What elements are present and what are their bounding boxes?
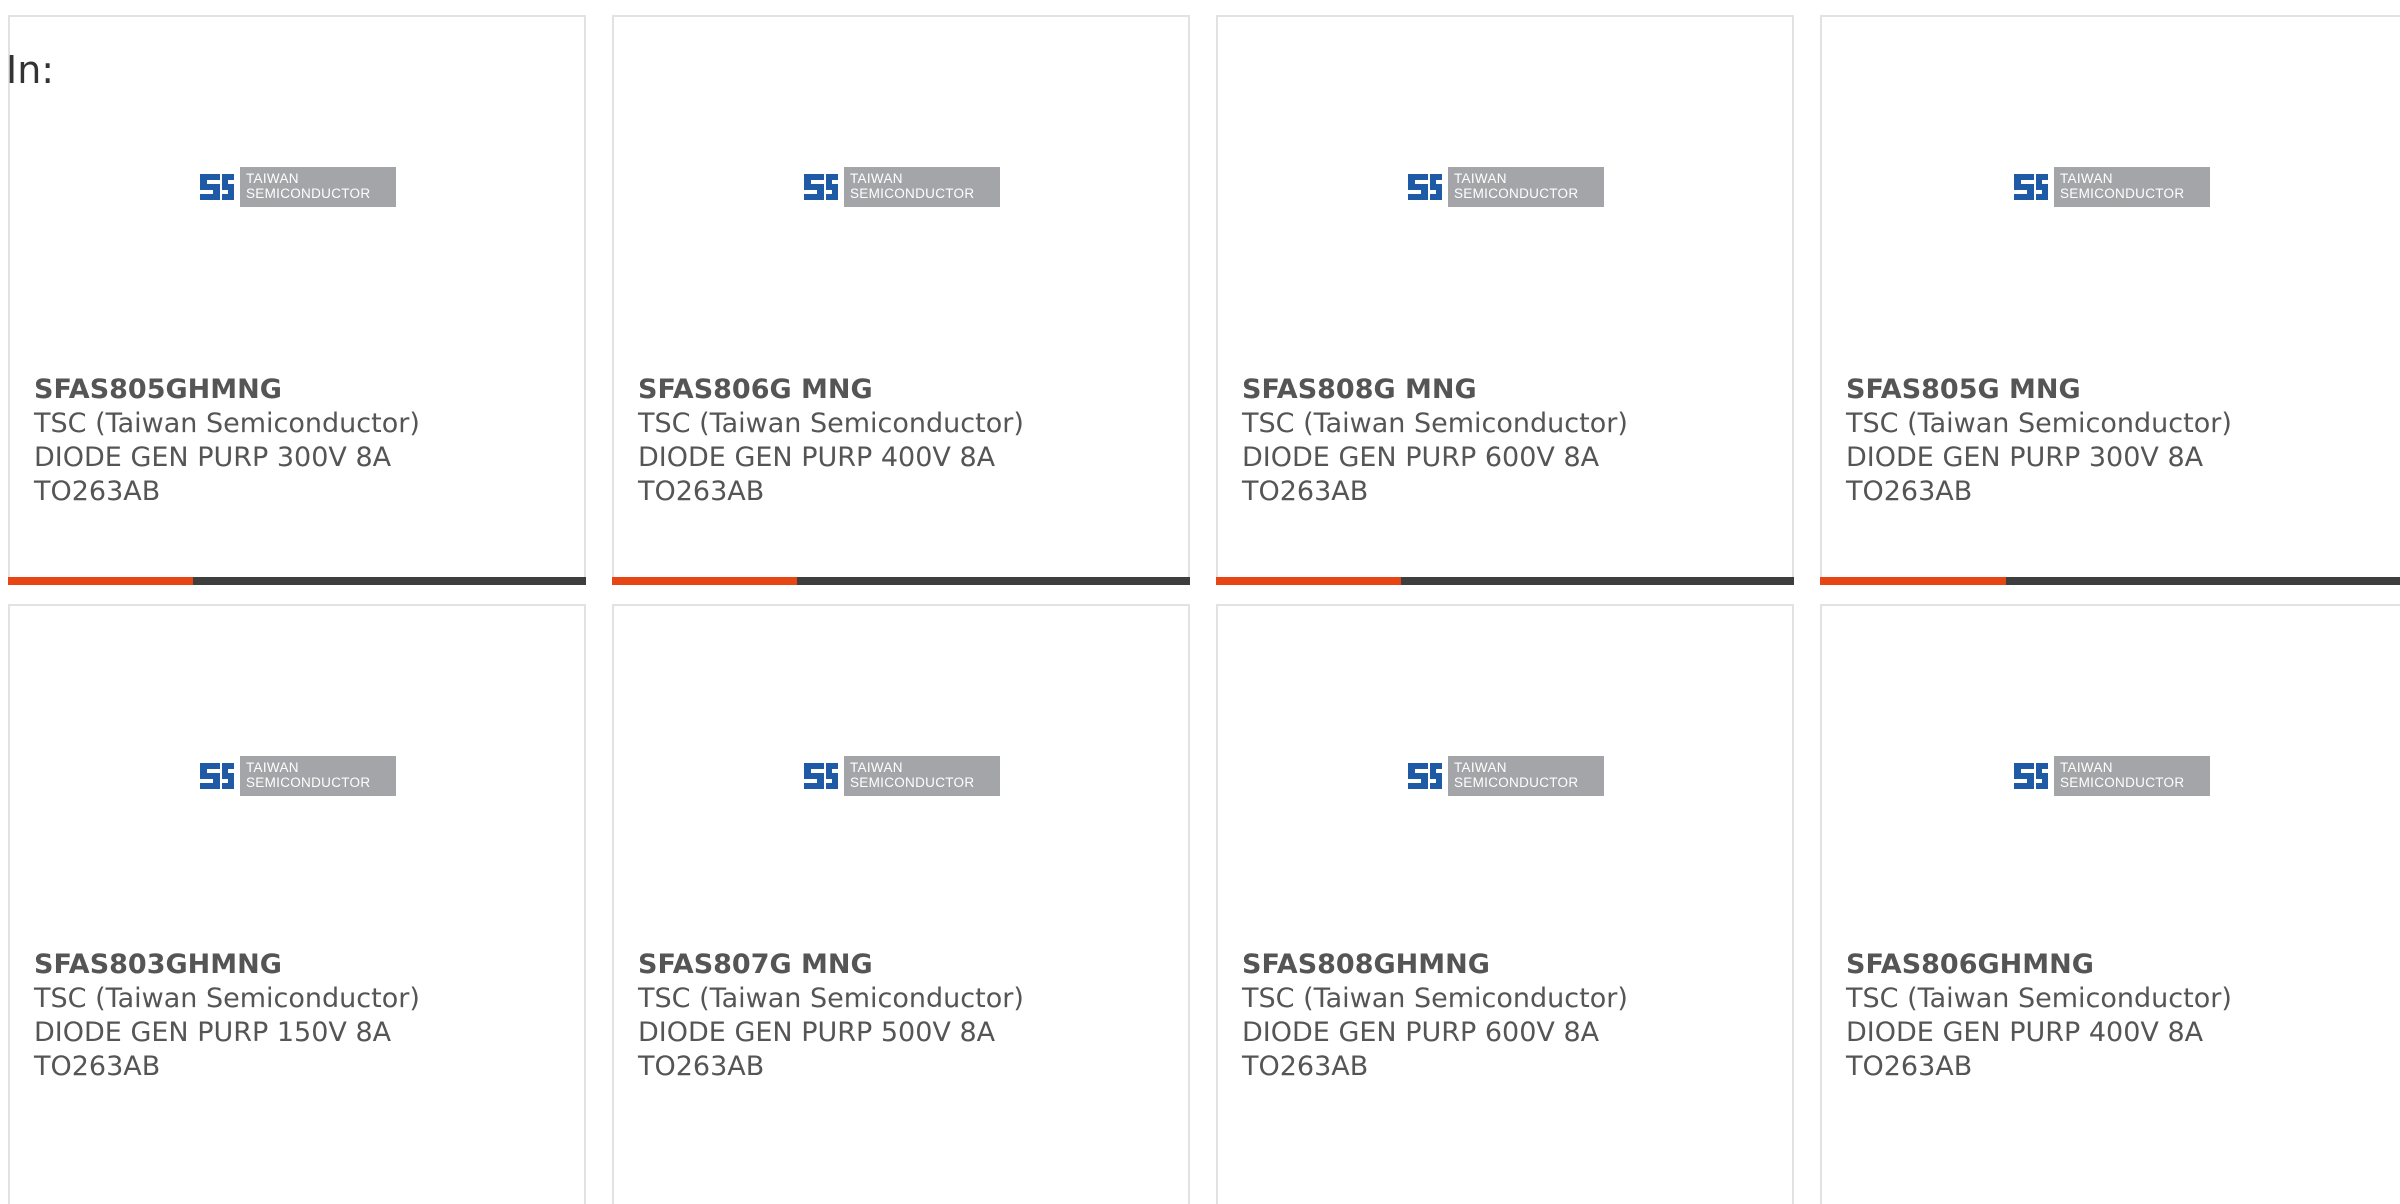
logo-line-1: TAIWAN — [246, 760, 299, 775]
product-info: SFAS808GHMNG TSC (Taiwan Semiconductor) … — [1242, 948, 1780, 1084]
tsc-logo-icon — [1408, 174, 1442, 200]
tsc-logo-icon — [200, 763, 234, 789]
product-grid: SFAS805GHMNG TSC (Taiwan Semiconductor) … — [0, 0, 2400, 1204]
logo-line-2: SEMICONDUCTOR — [2060, 775, 2185, 790]
manufacturer-logo: TAIWAN SEMICONDUCTOR — [802, 167, 1000, 207]
manufacturer-logo: TAIWAN SEMICONDUCTOR — [1406, 167, 1604, 207]
manufacturer: TSC (Taiwan Semiconductor) — [34, 408, 420, 439]
description: DIODE GEN PURP 300V 8A — [1846, 442, 2204, 473]
card-progress-fill — [1820, 577, 2007, 585]
manufacturer: TSC (Taiwan Semiconductor) — [34, 983, 420, 1014]
package: TO263AB — [1242, 1051, 1369, 1082]
description: DIODE GEN PURP 400V 8A — [1846, 1017, 2204, 1048]
part-number[interactable]: SFAS803GHMNG — [34, 948, 572, 982]
description: DIODE GEN PURP 600V 8A — [1242, 1017, 1600, 1048]
package: TO263AB — [1242, 476, 1369, 507]
logo-text: TAIWAN SEMICONDUCTOR — [844, 756, 1000, 796]
manufacturer-logo: TAIWAN SEMICONDUCTOR — [802, 756, 1000, 796]
tsc-logo-icon — [804, 174, 838, 200]
product-info: SFAS803GHMNG TSC (Taiwan Semiconductor) … — [34, 948, 572, 1084]
description: DIODE GEN PURP 600V 8A — [1242, 442, 1600, 473]
card-progress-bar — [1216, 577, 1794, 585]
product-card[interactable]: SFAS808G MNG TSC (Taiwan Semiconductor) … — [1216, 15, 1794, 585]
logo-text: TAIWAN SEMICONDUCTOR — [2054, 756, 2210, 796]
part-number[interactable]: SFAS807G MNG — [638, 948, 1176, 982]
manufacturer-logo: TAIWAN SEMICONDUCTOR — [1406, 756, 1604, 796]
part-number[interactable]: SFAS806G MNG — [638, 373, 1176, 407]
card-progress-fill — [612, 577, 797, 585]
card-progress-bar — [1820, 577, 2400, 585]
part-number[interactable]: SFAS806GHMNG — [1846, 948, 2388, 982]
product-card[interactable]: SFAS808GHMNG TSC (Taiwan Semiconductor) … — [1216, 604, 1794, 1204]
logo-line-1: TAIWAN — [1454, 760, 1507, 775]
card-progress-fill — [8, 577, 193, 585]
manufacturer: TSC (Taiwan Semiconductor) — [1242, 408, 1628, 439]
tsc-logo-icon — [2014, 763, 2048, 789]
card-progress-fill — [1216, 577, 1401, 585]
package: TO263AB — [34, 476, 161, 507]
logo-text: TAIWAN SEMICONDUCTOR — [240, 167, 396, 207]
logo-line-2: SEMICONDUCTOR — [1454, 775, 1579, 790]
product-info: SFAS805GHMNG TSC (Taiwan Semiconductor) … — [34, 373, 572, 509]
part-number[interactable]: SFAS808GHMNG — [1242, 948, 1780, 982]
logo-line-1: TAIWAN — [2060, 171, 2113, 186]
package: TO263AB — [34, 1051, 161, 1082]
tsc-logo-icon — [1408, 763, 1442, 789]
logo-text: TAIWAN SEMICONDUCTOR — [240, 756, 396, 796]
manufacturer: TSC (Taiwan Semiconductor) — [638, 408, 1024, 439]
tsc-logo-icon — [200, 174, 234, 200]
product-info: SFAS807G MNG TSC (Taiwan Semiconductor) … — [638, 948, 1176, 1084]
package: TO263AB — [1846, 476, 1973, 507]
logo-line-2: SEMICONDUCTOR — [246, 775, 371, 790]
logo-line-1: TAIWAN — [246, 171, 299, 186]
product-card[interactable]: SFAS803GHMNG TSC (Taiwan Semiconductor) … — [8, 604, 586, 1204]
logo-line-2: SEMICONDUCTOR — [2060, 186, 2185, 201]
manufacturer-logo: TAIWAN SEMICONDUCTOR — [198, 756, 396, 796]
product-card[interactable]: SFAS805GHMNG TSC (Taiwan Semiconductor) … — [8, 15, 586, 585]
product-card[interactable]: SFAS805G MNG TSC (Taiwan Semiconductor) … — [1820, 15, 2400, 585]
product-info: SFAS808G MNG TSC (Taiwan Semiconductor) … — [1242, 373, 1780, 509]
product-info: SFAS806G MNG TSC (Taiwan Semiconductor) … — [638, 373, 1176, 509]
logo-text: TAIWAN SEMICONDUCTOR — [2054, 167, 2210, 207]
part-number[interactable]: SFAS805G MNG — [1846, 373, 2388, 407]
logo-line-2: SEMICONDUCTOR — [850, 186, 975, 201]
manufacturer: TSC (Taiwan Semiconductor) — [638, 983, 1024, 1014]
tsc-logo-icon — [804, 763, 838, 789]
part-number[interactable]: SFAS805GHMNG — [34, 373, 572, 407]
logo-line-1: TAIWAN — [850, 171, 903, 186]
logo-line-1: TAIWAN — [850, 760, 903, 775]
card-progress-bar — [612, 577, 1190, 585]
package: TO263AB — [638, 476, 765, 507]
product-card[interactable]: SFAS806G MNG TSC (Taiwan Semiconductor) … — [612, 15, 1190, 585]
tsc-logo-icon — [2014, 174, 2048, 200]
logo-text: TAIWAN SEMICONDUCTOR — [1448, 756, 1604, 796]
product-info: SFAS805G MNG TSC (Taiwan Semiconductor) … — [1846, 373, 2388, 509]
logo-text: TAIWAN SEMICONDUCTOR — [844, 167, 1000, 207]
description: DIODE GEN PURP 300V 8A — [34, 442, 392, 473]
description: DIODE GEN PURP 400V 8A — [638, 442, 996, 473]
manufacturer-logo: TAIWAN SEMICONDUCTOR — [2012, 756, 2210, 796]
logo-line-2: SEMICONDUCTOR — [1454, 186, 1579, 201]
description: DIODE GEN PURP 150V 8A — [34, 1017, 392, 1048]
package: TO263AB — [1846, 1051, 1973, 1082]
package: TO263AB — [638, 1051, 765, 1082]
product-info: SFAS806GHMNG TSC (Taiwan Semiconductor) … — [1846, 948, 2388, 1084]
manufacturer-logo: TAIWAN SEMICONDUCTOR — [2012, 167, 2210, 207]
logo-text: TAIWAN SEMICONDUCTOR — [1448, 167, 1604, 207]
manufacturer: TSC (Taiwan Semiconductor) — [1846, 983, 2232, 1014]
in-label: In: — [6, 48, 55, 92]
card-progress-bar — [8, 577, 586, 585]
logo-line-1: TAIWAN — [2060, 760, 2113, 775]
product-card[interactable]: SFAS807G MNG TSC (Taiwan Semiconductor) … — [612, 604, 1190, 1204]
manufacturer-logo: TAIWAN SEMICONDUCTOR — [198, 167, 396, 207]
manufacturer: TSC (Taiwan Semiconductor) — [1846, 408, 2232, 439]
manufacturer: TSC (Taiwan Semiconductor) — [1242, 983, 1628, 1014]
logo-line-1: TAIWAN — [1454, 171, 1507, 186]
description: DIODE GEN PURP 500V 8A — [638, 1017, 996, 1048]
product-card[interactable]: SFAS806GHMNG TSC (Taiwan Semiconductor) … — [1820, 604, 2400, 1204]
logo-line-2: SEMICONDUCTOR — [246, 186, 371, 201]
part-number[interactable]: SFAS808G MNG — [1242, 373, 1780, 407]
logo-line-2: SEMICONDUCTOR — [850, 775, 975, 790]
